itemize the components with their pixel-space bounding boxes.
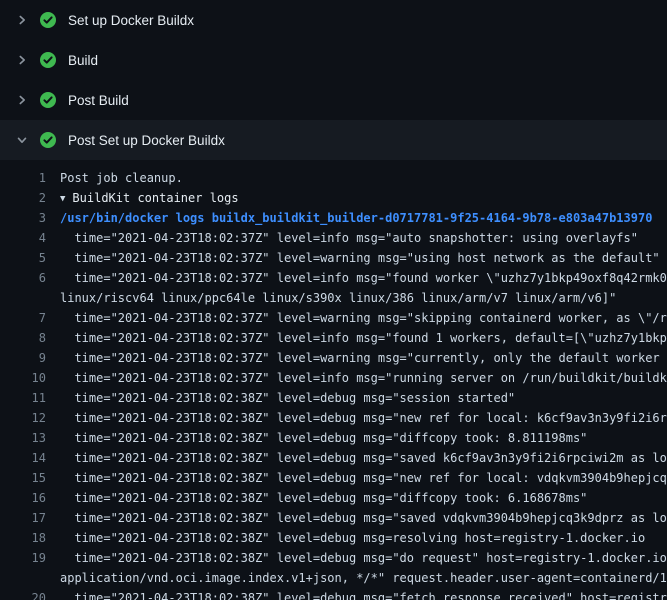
log-line-4: 4 time="2021-04-23T18:02:37Z" level=info…	[0, 228, 667, 248]
log-line-14: 14 time="2021-04-23T18:02:38Z" level=deb…	[0, 448, 667, 468]
success-check-icon	[40, 92, 56, 108]
group-collapse-icon[interactable]: ▼	[60, 194, 65, 204]
log-line-10: 10 time="2021-04-23T18:02:37Z" level=inf…	[0, 368, 667, 388]
log-line-8: 8 time="2021-04-23T18:02:37Z" level=info…	[0, 328, 667, 348]
line-number	[0, 288, 46, 308]
log-line-17: 17 time="2021-04-23T18:02:38Z" level=deb…	[0, 508, 667, 528]
log-area: 1Post job cleanup.2▼BuildKit container l…	[0, 160, 667, 600]
line-number[interactable]: 1	[0, 168, 46, 188]
line-number[interactable]: 10	[0, 368, 46, 388]
log-line-3: 3/usr/bin/docker logs buildx_buildkit_bu…	[0, 208, 667, 228]
step-label: Post Set up Docker Buildx	[68, 133, 225, 148]
step-header-post-build[interactable]: Post Build	[0, 80, 667, 120]
log-text: time="2021-04-23T18:02:38Z" level=debug …	[46, 508, 667, 528]
log-text: time="2021-04-23T18:02:37Z" level=info m…	[46, 368, 667, 388]
log-line-20: 20 time="2021-04-23T18:02:38Z" level=deb…	[0, 588, 667, 600]
line-number[interactable]: 15	[0, 468, 46, 488]
steps-list: Set up Docker Buildx Build Post Build Post …	[0, 0, 667, 160]
log-text: time="2021-04-23T18:02:37Z" level=info m…	[46, 328, 667, 348]
log-text: linux/riscv64 linux/ppc64le linux/s390x …	[46, 288, 616, 308]
line-number[interactable]: 7	[0, 308, 46, 328]
log-line-6: 6 time="2021-04-23T18:02:37Z" level=info…	[0, 268, 667, 288]
log-text: application/vnd.oci.image.index.v1+json,…	[46, 568, 667, 588]
log-text: time="2021-04-23T18:02:38Z" level=debug …	[46, 388, 515, 408]
line-number[interactable]: 12	[0, 408, 46, 428]
log-text: time="2021-04-23T18:02:37Z" level=warnin…	[46, 348, 667, 368]
line-number[interactable]: 20	[0, 588, 46, 600]
log-line-1: 1Post job cleanup.	[0, 168, 667, 188]
command-text: /usr/bin/docker logs buildx_buildkit_bui…	[46, 208, 652, 228]
group-title-text: ▼BuildKit container logs	[46, 188, 239, 208]
log-text: time="2021-04-23T18:02:38Z" level=debug …	[46, 408, 667, 428]
log-text: Post job cleanup.	[46, 168, 183, 188]
line-number[interactable]: 14	[0, 448, 46, 468]
log-text: time="2021-04-23T18:02:38Z" level=debug …	[46, 428, 587, 448]
line-number[interactable]: 17	[0, 508, 46, 528]
log-text: time="2021-04-23T18:02:37Z" level=warnin…	[46, 308, 667, 328]
log-line-5: 5 time="2021-04-23T18:02:37Z" level=warn…	[0, 248, 667, 268]
log-line-9: 9 time="2021-04-23T18:02:37Z" level=warn…	[0, 348, 667, 368]
log-line-11: 11 time="2021-04-23T18:02:38Z" level=deb…	[0, 388, 667, 408]
step-header-build[interactable]: Build	[0, 40, 667, 80]
log-text: time="2021-04-23T18:02:38Z" level=debug …	[46, 448, 667, 468]
success-check-icon	[40, 132, 56, 148]
success-check-icon	[40, 12, 56, 28]
log-text: time="2021-04-23T18:02:38Z" level=debug …	[46, 488, 587, 508]
chevron-down-icon[interactable]	[16, 134, 28, 146]
line-number[interactable]: 16	[0, 488, 46, 508]
step-label: Set up Docker Buildx	[68, 13, 194, 28]
line-number[interactable]: 9	[0, 348, 46, 368]
line-number[interactable]: 13	[0, 428, 46, 448]
log-line-16: 16 time="2021-04-23T18:02:38Z" level=deb…	[0, 488, 667, 508]
log-text: time="2021-04-23T18:02:37Z" level=info m…	[46, 228, 638, 248]
log-text: time="2021-04-23T18:02:37Z" level=info m…	[46, 268, 667, 288]
chevron-right-icon[interactable]	[16, 94, 28, 106]
log-line-12: 12 time="2021-04-23T18:02:38Z" level=deb…	[0, 408, 667, 428]
line-number[interactable]: 3	[0, 208, 46, 228]
log-text: time="2021-04-23T18:02:38Z" level=debug …	[46, 468, 667, 488]
step-header-set-up-docker-buildx[interactable]: Set up Docker Buildx	[0, 0, 667, 40]
line-number[interactable]: 5	[0, 248, 46, 268]
log-text: time="2021-04-23T18:02:38Z" level=debug …	[46, 548, 667, 568]
log-line-continuation: linux/riscv64 linux/ppc64le linux/s390x …	[0, 288, 667, 308]
step-label: Build	[68, 53, 98, 68]
step-header-post-set-up-docker-buildx[interactable]: Post Set up Docker Buildx	[0, 120, 667, 160]
log-line-13: 13 time="2021-04-23T18:02:38Z" level=deb…	[0, 428, 667, 448]
line-number[interactable]: 8	[0, 328, 46, 348]
line-number[interactable]: 19	[0, 548, 46, 568]
line-number	[0, 568, 46, 588]
line-number[interactable]: 2	[0, 188, 46, 208]
line-number[interactable]: 4	[0, 228, 46, 248]
log-line-continuation: application/vnd.oci.image.index.v1+json,…	[0, 568, 667, 588]
line-number[interactable]: 18	[0, 528, 46, 548]
log-line-18: 18 time="2021-04-23T18:02:38Z" level=deb…	[0, 528, 667, 548]
log-text: time="2021-04-23T18:02:37Z" level=warnin…	[46, 248, 660, 268]
actions-log-viewer: Set up Docker Buildx Build Post Build Post …	[0, 0, 667, 600]
line-number[interactable]: 11	[0, 388, 46, 408]
log-line-2: 2▼BuildKit container logs	[0, 188, 667, 208]
step-label: Post Build	[68, 93, 129, 108]
log-line-7: 7 time="2021-04-23T18:02:37Z" level=warn…	[0, 308, 667, 328]
log-text: time="2021-04-23T18:02:38Z" level=debug …	[46, 528, 645, 548]
line-number[interactable]: 6	[0, 268, 46, 288]
success-check-icon	[40, 52, 56, 68]
chevron-right-icon[interactable]	[16, 54, 28, 66]
chevron-right-icon[interactable]	[16, 14, 28, 26]
log-text: time="2021-04-23T18:02:38Z" level=debug …	[46, 588, 667, 600]
log-line-15: 15 time="2021-04-23T18:02:38Z" level=deb…	[0, 468, 667, 488]
log-line-19: 19 time="2021-04-23T18:02:38Z" level=deb…	[0, 548, 667, 568]
